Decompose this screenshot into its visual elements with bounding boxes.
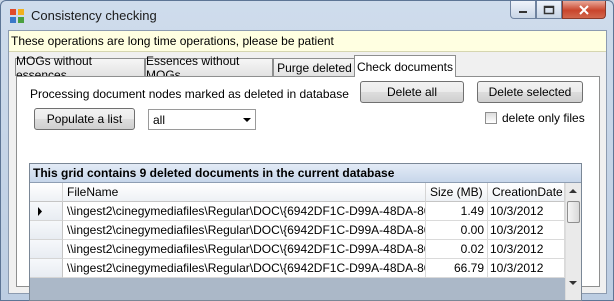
- row-header[interactable]: [30, 259, 63, 278]
- maximize-icon: [543, 5, 555, 14]
- maximize-button[interactable]: [536, 1, 562, 19]
- window-title: Consistency checking: [31, 8, 157, 23]
- cell-size[interactable]: 66.79: [426, 259, 488, 278]
- chevron-down-icon: [243, 118, 251, 122]
- minimize-icon: [519, 10, 527, 13]
- tab-check-documents[interactable]: Check documents: [354, 55, 456, 77]
- client-area: These operations are long time operation…: [8, 30, 607, 301]
- grid-caption-text: This grid contains 9 deleted documents i…: [33, 166, 395, 180]
- close-button[interactable]: [562, 1, 606, 19]
- cell-filename[interactable]: \\ingest2\cinegymediafiles\Regular\DOC\{…: [63, 259, 426, 278]
- row-header[interactable]: [30, 202, 63, 221]
- close-icon: [579, 4, 589, 15]
- app-icon: [10, 9, 24, 23]
- cell-creation-date[interactable]: 10/3/2012: [488, 240, 565, 259]
- cell-creation-date[interactable]: 10/3/2012: [488, 221, 565, 240]
- grid-caption: This grid contains 9 deleted documents i…: [30, 164, 581, 183]
- info-banner-text: These operations are long time operation…: [11, 34, 334, 48]
- delete-selected-button[interactable]: Delete selected: [477, 81, 583, 103]
- scroll-down-icon[interactable]: [569, 281, 577, 285]
- cell-size[interactable]: 0.00: [426, 221, 488, 240]
- filter-dropdown-value: all: [153, 113, 166, 127]
- column-header-size[interactable]: Size (MB): [426, 183, 488, 202]
- cell-size[interactable]: 1.49: [426, 202, 488, 221]
- title-bar[interactable]: Consistency checking: [1, 1, 613, 30]
- cell-creation-date[interactable]: 10/3/2012: [488, 259, 565, 278]
- scroll-up-icon[interactable]: [569, 189, 577, 193]
- delete-all-button[interactable]: Delete all: [360, 81, 464, 103]
- delete-only-files-checkbox[interactable]: [485, 112, 497, 124]
- current-row-arrow-icon: [38, 207, 42, 216]
- info-banner: These operations are long time operation…: [9, 31, 606, 52]
- column-header-creation-date[interactable]: CreationDate: [488, 183, 565, 202]
- delete-only-files-label: delete only files: [502, 111, 585, 125]
- row-header[interactable]: [30, 240, 63, 259]
- row-header[interactable]: [30, 221, 63, 240]
- populate-list-button[interactable]: Populate a list: [34, 108, 135, 130]
- deleted-documents-grid: This grid contains 9 deleted documents i…: [29, 163, 582, 301]
- tab-mogs-without-essences[interactable]: MOGs without essences: [15, 54, 145, 82]
- description-label: Processing document nodes marked as dele…: [30, 87, 349, 101]
- tab-purge-deleted[interactable]: Purge deleted: [273, 58, 356, 76]
- column-header-filename[interactable]: FileName: [63, 183, 426, 202]
- grid-corner: [30, 183, 63, 202]
- vertical-scrollbar[interactable]: [565, 183, 581, 300]
- tab-essences-without-mogs[interactable]: Essences without MOGs: [145, 54, 273, 82]
- minimize-button[interactable]: [510, 1, 536, 19]
- cell-filename[interactable]: \\ingest2\cinegymediafiles\Regular\DOC\{…: [63, 221, 426, 240]
- cell-filename[interactable]: \\ingest2\cinegymediafiles\Regular\DOC\{…: [63, 202, 426, 221]
- cell-filename[interactable]: \\ingest2\cinegymediafiles\Regular\DOC\{…: [63, 240, 426, 259]
- cell-creation-date[interactable]: 10/3/2012: [488, 202, 565, 221]
- consistency-window: Consistency checking These operations ar…: [0, 0, 614, 301]
- window-controls: [510, 1, 606, 21]
- cell-size[interactable]: 0.02: [426, 240, 488, 259]
- scrollbar-thumb[interactable]: [567, 201, 580, 223]
- filter-dropdown[interactable]: all: [148, 109, 256, 130]
